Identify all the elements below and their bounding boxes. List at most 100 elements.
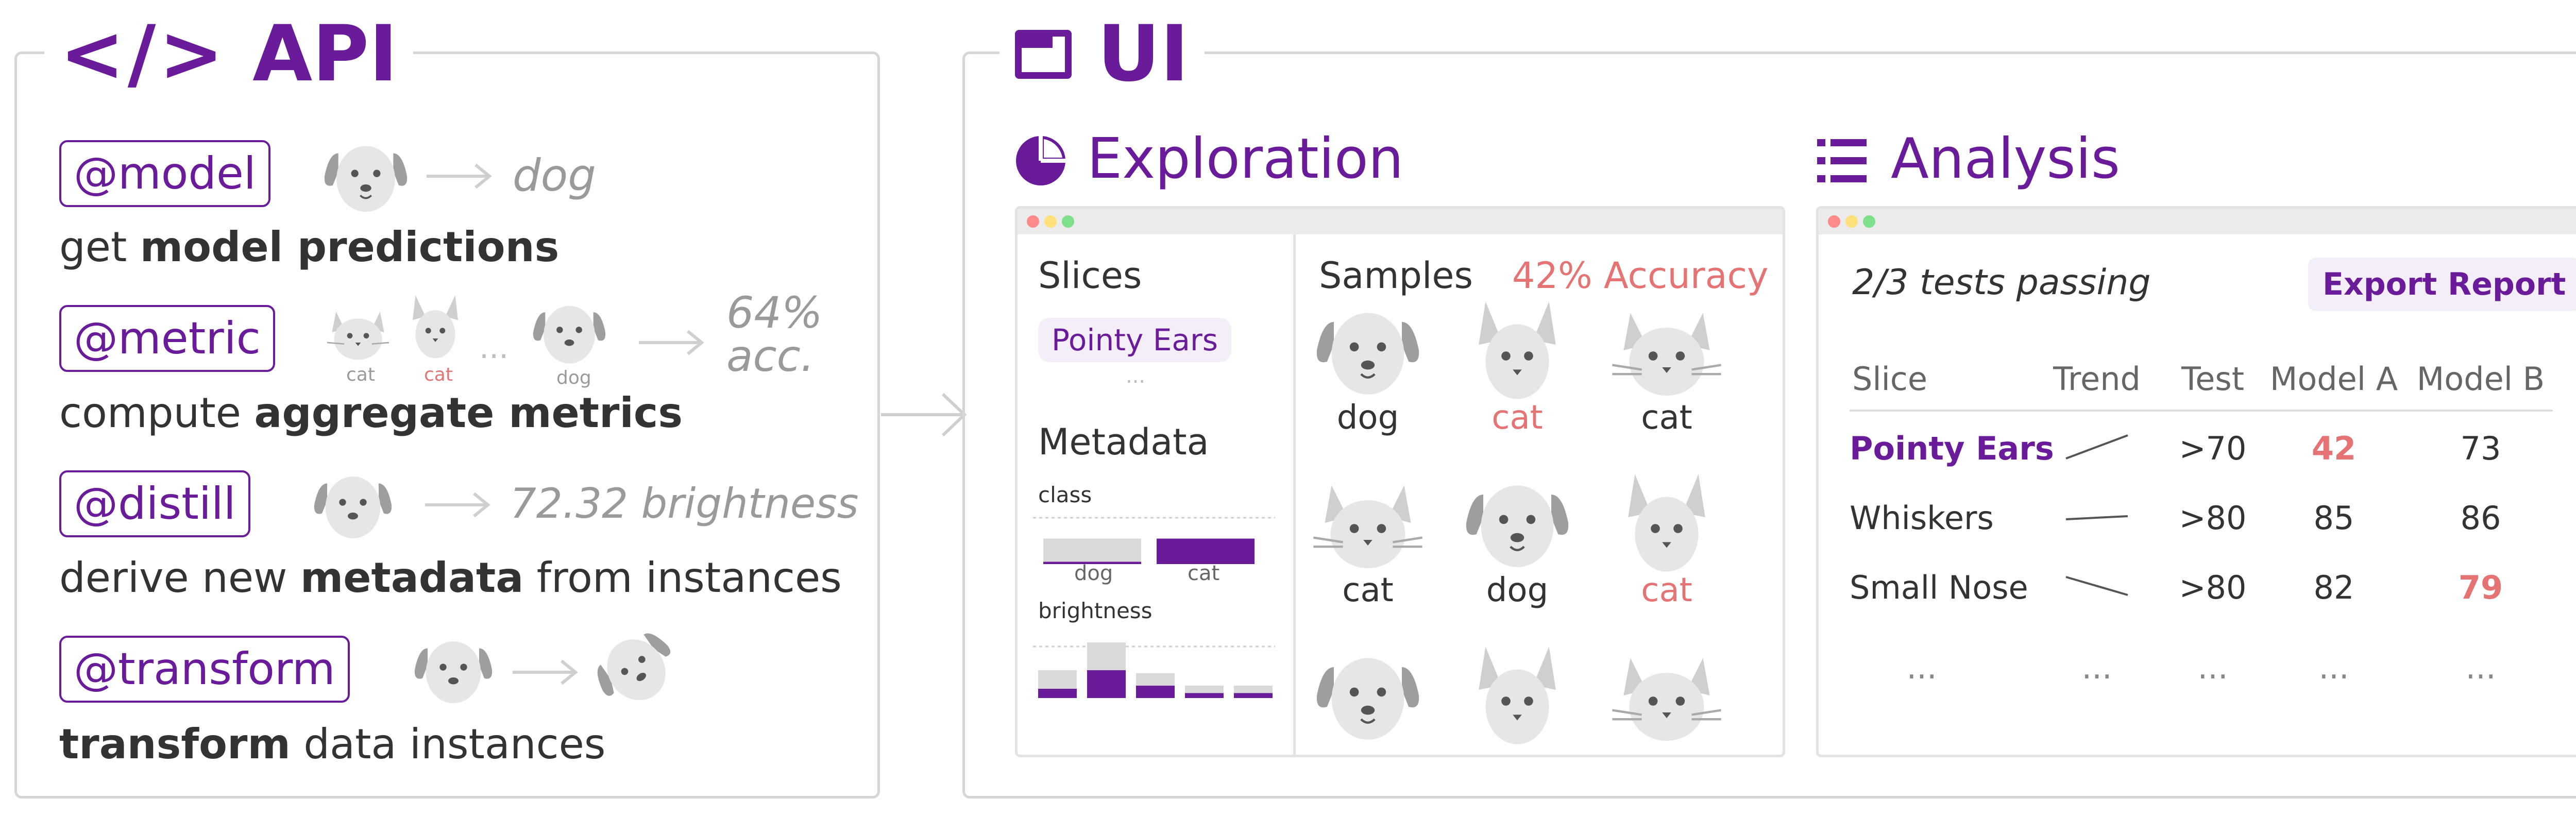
- brightness-label: brightness: [1038, 598, 1153, 623]
- slice-name: Small Nose: [1850, 569, 2028, 606]
- metadata-title: Metadata: [1038, 421, 1209, 463]
- transform-decorator: @transform: [59, 636, 350, 703]
- test-threshold: >80: [2179, 569, 2247, 606]
- api-title: API: [252, 9, 398, 99]
- column-header: Model A: [2269, 360, 2398, 398]
- arrow-icon: [513, 657, 580, 690]
- window-titlebar: [1018, 209, 1783, 234]
- desc-plain: derive new: [59, 554, 300, 602]
- cat-icon: [1605, 299, 1728, 404]
- cat-icon: [1306, 471, 1430, 576]
- model-b-score: 79: [2458, 569, 2503, 606]
- trend-sparkline: [2065, 576, 2128, 596]
- more-rows-ellipsis: ...: [2081, 649, 2112, 686]
- sample-thumbnail[interactable]: [1306, 644, 1430, 749]
- maximize-dot[interactable]: [1062, 215, 1074, 228]
- cat-icon: [1605, 644, 1728, 749]
- transform-description: transform data instances: [59, 724, 605, 765]
- column-header: Model B: [2416, 360, 2545, 398]
- slice-name: Pointy Ears: [1850, 430, 2054, 467]
- sample-thumbnail[interactable]: cat: [1306, 471, 1430, 607]
- desc-bold: aggregate metrics: [254, 389, 683, 437]
- trend-sparkline: [2065, 515, 2128, 520]
- exploration-divider: [1293, 234, 1296, 755]
- cat-icon: [407, 291, 464, 363]
- test-threshold: >80: [2179, 499, 2247, 537]
- arrow-icon: [427, 161, 494, 194]
- cat-icon: [1455, 299, 1579, 404]
- class-label: class: [1038, 482, 1092, 507]
- model-description: get model predictions: [59, 227, 559, 268]
- desc-plain: compute: [59, 389, 255, 437]
- cat-icon: [1455, 644, 1579, 749]
- brightness-bar-highlight: [1038, 689, 1077, 698]
- metric-decorator: @metric: [59, 305, 275, 372]
- more-rows-ellipsis: ...: [2318, 649, 2349, 686]
- window-titlebar: [1819, 209, 2576, 234]
- header-divider: [1850, 410, 2553, 412]
- list-icon: [1816, 135, 1868, 186]
- ui-title: UI: [1097, 9, 1189, 99]
- sample-thumbnail[interactable]: [1455, 644, 1579, 749]
- dog-icon: [319, 135, 412, 217]
- cat-icon: [1605, 471, 1728, 576]
- pie-chart-icon: [1015, 135, 1066, 186]
- rotated-dog-icon: [592, 626, 680, 708]
- more-rows-ellipsis: ...: [2197, 649, 2228, 686]
- exploration-window: Slices Pointy Ears ... Metadata class do…: [1015, 206, 1785, 757]
- analysis-window: 2/3 tests passing Export Report Slice Tr…: [1816, 206, 2576, 757]
- sample-label: cat: [1641, 571, 1692, 609]
- sample-thumbnail[interactable]: dog: [1306, 299, 1430, 434]
- desc-plain: get: [59, 223, 140, 271]
- export-report-button[interactable]: Export Report: [2308, 258, 2576, 311]
- class-bar: [1043, 538, 1141, 564]
- class-histogram: [1033, 517, 1275, 564]
- sample-thumbnail[interactable]: cat: [1455, 299, 1579, 434]
- sample-thumbnail[interactable]: dog: [1455, 471, 1579, 607]
- test-threshold: >70: [2179, 430, 2247, 467]
- dog-icon: [1306, 644, 1430, 749]
- close-dot[interactable]: [1828, 215, 1840, 228]
- tests-passing: 2/3 tests passing: [1852, 262, 2151, 303]
- api-header: </> API: [44, 10, 413, 98]
- trend-line: [2065, 434, 2128, 460]
- sample-thumbnail[interactable]: cat: [1605, 471, 1728, 607]
- arrow-icon: [425, 489, 492, 522]
- brightness-bar-highlight: [1136, 686, 1175, 698]
- slices-more: ...: [1126, 364, 1146, 388]
- exploration-title: Exploration: [1087, 127, 1404, 191]
- brightness-bar-highlight: [1234, 693, 1273, 698]
- desc-plain: data instances: [290, 720, 606, 768]
- maximize-dot[interactable]: [1863, 215, 1875, 228]
- dog-icon: [1455, 471, 1579, 576]
- desc-bold: transform: [59, 720, 291, 768]
- sample-label: dog: [1336, 399, 1399, 437]
- connector-arrow: [881, 384, 969, 448]
- sample-thumbnail[interactable]: cat: [1605, 299, 1728, 434]
- close-dot[interactable]: [1027, 215, 1039, 228]
- metric-output: 64% acc.: [726, 287, 823, 381]
- column-header: Slice: [1852, 360, 1928, 398]
- trend-line: [2065, 515, 2128, 520]
- sample-grid: dog cat cat cat dog cat: [1306, 299, 1783, 755]
- class-category-label: cat: [1188, 562, 1220, 585]
- minimize-dot[interactable]: [1044, 215, 1057, 228]
- trend-sparkline: [2065, 434, 2128, 460]
- window-icon: [1015, 29, 1072, 79]
- minimize-dot[interactable]: [1845, 215, 1858, 228]
- column-header: Test: [2181, 360, 2245, 398]
- sample-thumbnail[interactable]: [1605, 644, 1728, 749]
- model-b-score: 73: [2460, 430, 2501, 467]
- desc-bold: model predictions: [140, 223, 560, 271]
- desc-plain: from instances: [523, 554, 842, 602]
- sample-label: cat: [1492, 399, 1543, 437]
- model-output: dog: [513, 150, 596, 201]
- class-category-label: dog: [1074, 562, 1113, 585]
- cat-icon: [322, 301, 394, 363]
- slice-chip[interactable]: Pointy Ears: [1038, 318, 1232, 362]
- class-bar-highlight: [1157, 538, 1255, 564]
- trend-line: [2065, 576, 2128, 596]
- distill-description: derive new metadata from instances: [59, 557, 842, 599]
- distill-decorator: @distill: [59, 470, 250, 537]
- thumb-label: cat: [346, 364, 375, 385]
